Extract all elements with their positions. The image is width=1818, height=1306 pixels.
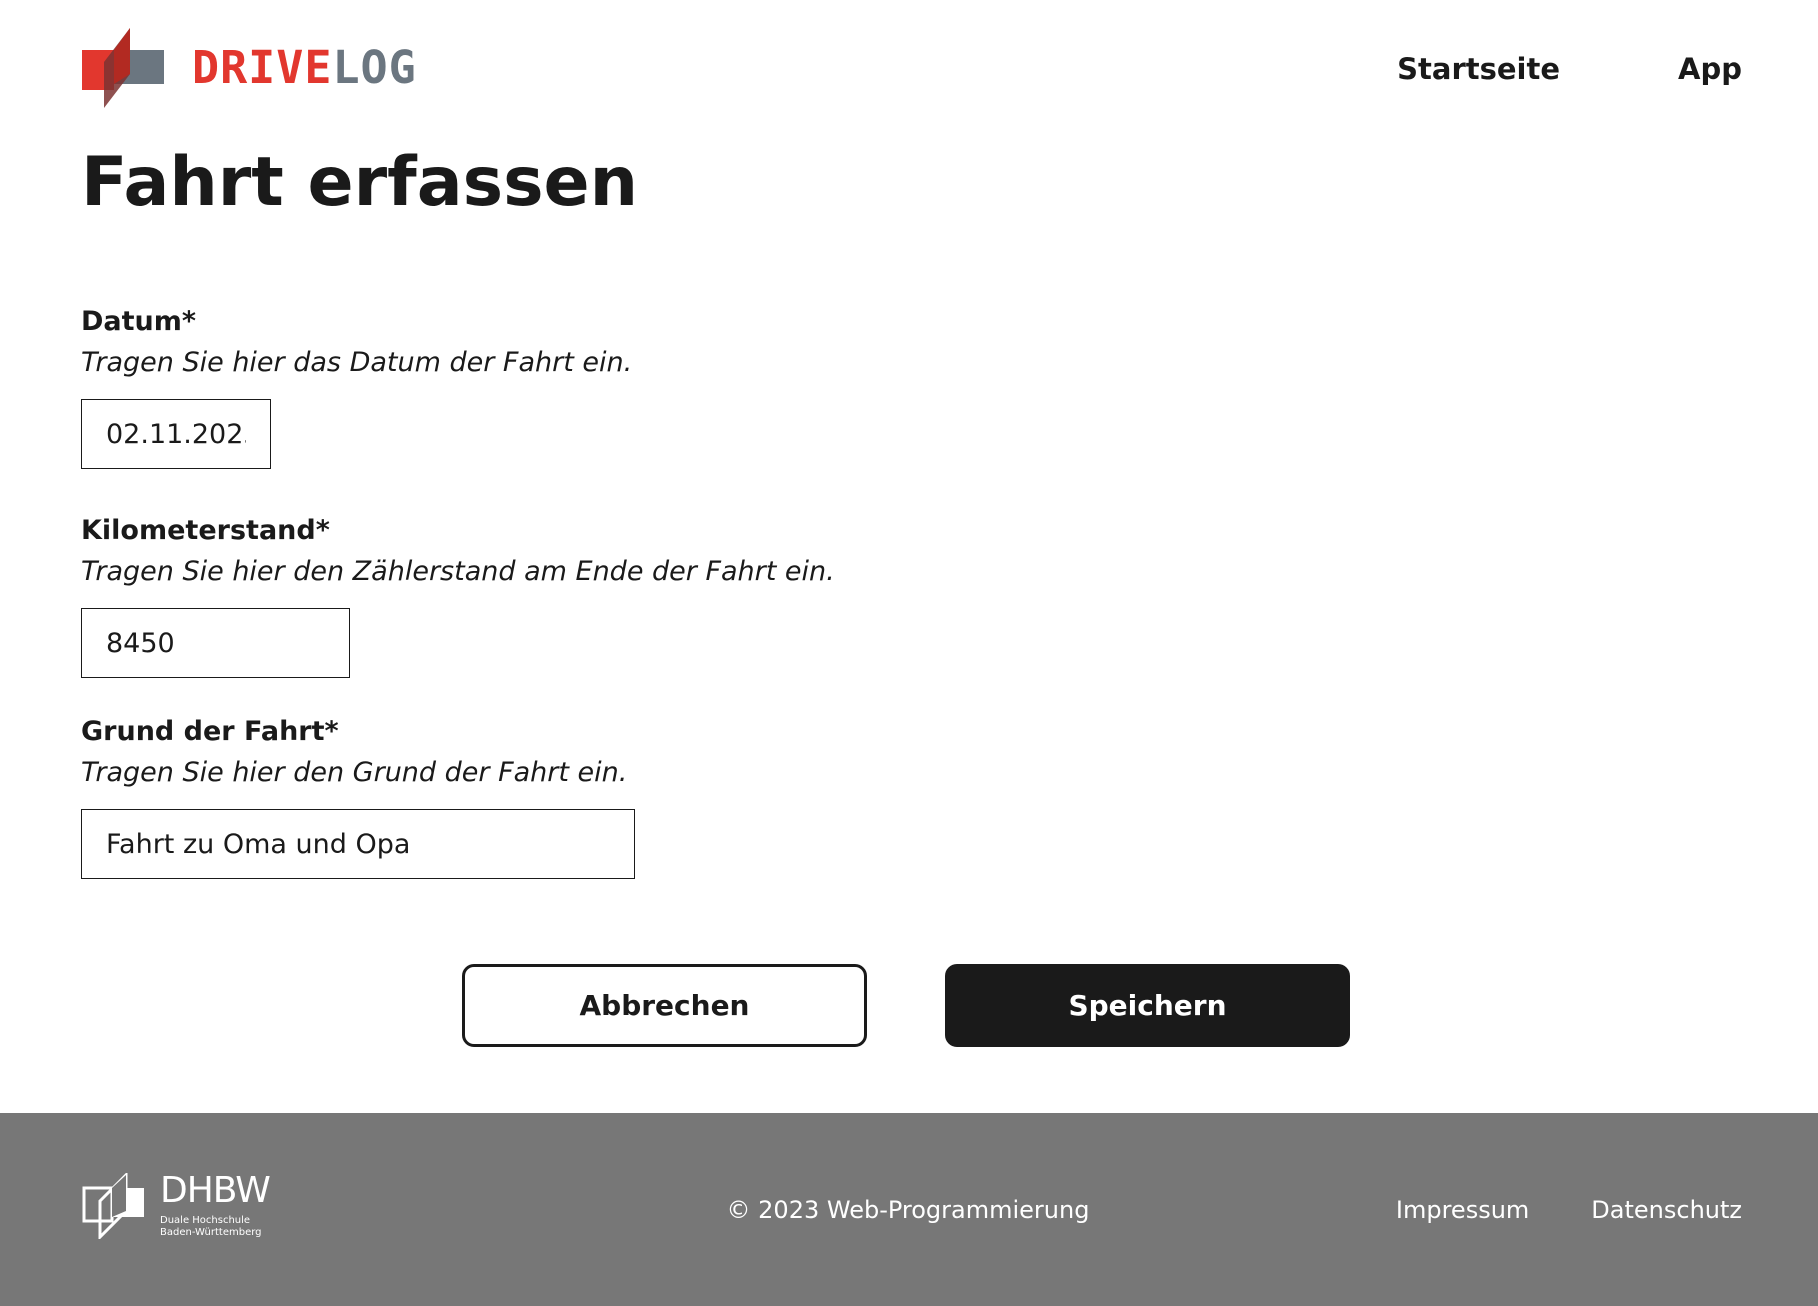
site-header: DRIVELOG Startseite App	[0, 0, 1818, 140]
date-input[interactable]	[81, 399, 271, 469]
nav-app[interactable]: App	[1678, 52, 1742, 86]
date-hint: Tragen Sie hier das Datum der Fahrt ein.	[81, 347, 633, 378]
date-field-group: Datum* Tragen Sie hier das Datum der Fah…	[81, 305, 632, 469]
copyright-text: © 2023 Web-Programmierung	[726, 1196, 1090, 1224]
footer-links: Impressum Datenschutz	[1334, 1195, 1742, 1225]
odometer-input[interactable]	[81, 608, 350, 678]
logo-text-drive: DRIVE	[192, 40, 333, 94]
footer-link-impressum[interactable]: Impressum	[1396, 1195, 1529, 1225]
dhbw-subline-2: Baden-Württemberg	[160, 1227, 262, 1238]
site-footer: DHBW Duale Hochschule Baden-Württemberg …	[0, 1113, 1818, 1306]
logo-wordmark: DRIVELOG	[192, 45, 417, 90]
reason-label: Grund der Fahrt*	[81, 716, 339, 747]
main-nav: Startseite App	[1279, 52, 1742, 86]
logo-text-log: LOG	[332, 40, 417, 94]
odometer-label: Kilometerstand*	[81, 515, 330, 546]
footer-link-datenschutz[interactable]: Datenschutz	[1591, 1195, 1742, 1225]
reason-field-group: Grund der Fahrt* Tragen Sie hier den Gru…	[81, 715, 635, 879]
odometer-hint: Tragen Sie hier den Zählerstand am Ende …	[81, 556, 835, 587]
nav-startseite[interactable]: Startseite	[1397, 52, 1560, 86]
cancel-button[interactable]: Abbrechen	[462, 964, 867, 1047]
reason-hint: Tragen Sie hier den Grund der Fahrt ein.	[81, 757, 628, 788]
date-label: Datum*	[81, 306, 197, 337]
odometer-field-group: Kilometerstand* Tragen Sie hier den Zähl…	[81, 514, 835, 678]
drivelog-logo[interactable]: DRIVELOG	[82, 26, 417, 108]
drivelog-logo-icon	[82, 28, 164, 108]
page-title: Fahrt erfassen	[81, 143, 639, 222]
reason-input[interactable]	[81, 809, 635, 879]
save-button[interactable]: Speichern	[945, 964, 1350, 1047]
